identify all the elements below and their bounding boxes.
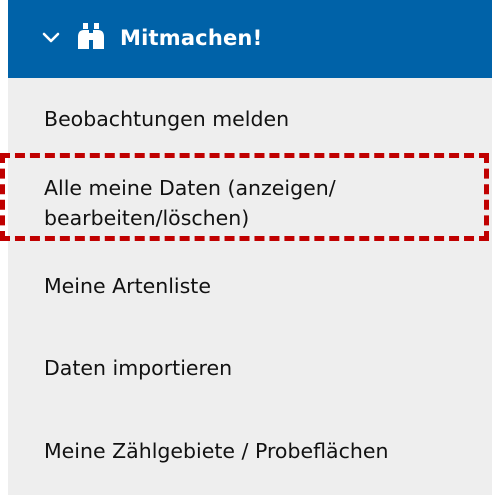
menu-item-zaehlgebiete-probeflaechen[interactable]: Meine Zählgebiete / Probeflächen <box>8 436 492 466</box>
header-title: Mitmachen! <box>120 26 263 50</box>
menu-item-meine-artenliste[interactable]: Meine Artenliste <box>8 271 492 301</box>
menu-item-label: Daten importieren <box>44 356 233 380</box>
menu-item-label: Beobachtungen melden <box>44 107 290 131</box>
menu-item-label-line-2: bearbeiten/löschen) <box>44 206 250 230</box>
chevron-down-icon <box>42 32 60 43</box>
menu-item-label: Meine Artenliste <box>44 274 211 298</box>
section-header-mitmachen[interactable]: Mitmachen! <box>8 0 492 78</box>
menu-item-beobachtungen-melden[interactable]: Beobachtungen melden <box>8 104 492 134</box>
binoculars-icon <box>78 23 104 49</box>
menu-item-daten-importieren[interactable]: Daten importieren <box>8 353 492 383</box>
menu-item-alle-meine-daten[interactable]: Alle meine Daten (anzeigen/ bearbeiten/l… <box>8 173 492 233</box>
menu-item-label: Meine Zählgebiete / Probeflächen <box>44 439 389 463</box>
submenu-list: Beobachtungen melden Alle meine Daten (a… <box>8 78 492 495</box>
menu-item-label-line-1: Alle meine Daten (anzeigen/ <box>44 176 336 200</box>
